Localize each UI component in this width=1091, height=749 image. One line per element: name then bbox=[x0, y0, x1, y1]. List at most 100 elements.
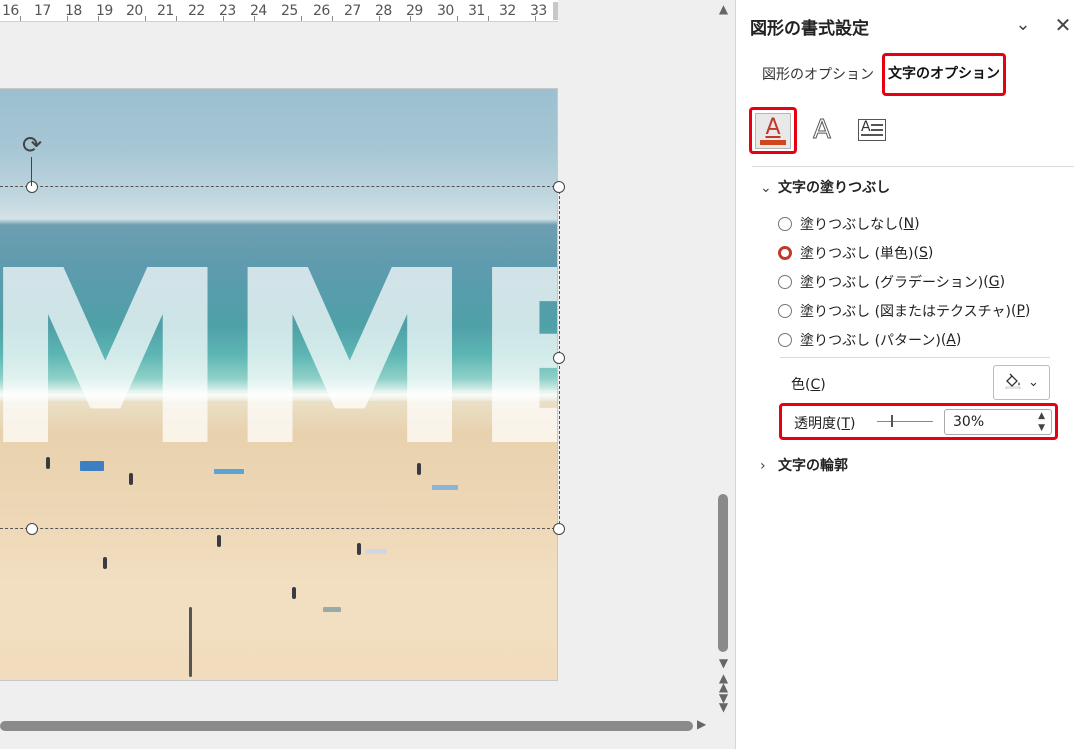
text-fill-icon-letter: A bbox=[765, 114, 781, 140]
slide-canvas[interactable]: MMER bbox=[0, 88, 558, 681]
radio-label: 塗りつぶしなし bbox=[800, 217, 899, 233]
radio-label: 塗りつぶし (グラデーション) bbox=[800, 275, 984, 291]
transparency-label-text: 透明度 bbox=[794, 416, 836, 432]
section-text-fill[interactable]: ⌄ 文字の塗りつぶし bbox=[760, 177, 890, 197]
rotate-handle-icon[interactable]: ⟳ bbox=[19, 132, 45, 158]
close-icon[interactable]: ✕ bbox=[1050, 12, 1076, 38]
ruler-label: 31 bbox=[468, 3, 485, 19]
ruler-label: 27 bbox=[344, 3, 361, 19]
resize-handle-bottom-left[interactable] bbox=[26, 523, 38, 535]
chevron-down-icon: ⌄ bbox=[1028, 375, 1039, 390]
divider bbox=[752, 166, 1074, 167]
ruler-label: 26 bbox=[313, 3, 330, 19]
radio-button[interactable] bbox=[778, 304, 792, 318]
beach-person bbox=[357, 543, 361, 555]
text-effects-button[interactable]: A bbox=[800, 108, 844, 152]
resize-handle-right[interactable] bbox=[553, 352, 565, 364]
format-shape-pane: 図形の書式設定 ⌄ ✕ 図形のオプション 文字のオプション A A A ⌄ 文字の… bbox=[735, 0, 1091, 749]
radio-label: 塗りつぶし (パターン) bbox=[800, 333, 941, 349]
ruler-label: 24 bbox=[250, 3, 267, 19]
access-key: G bbox=[988, 274, 1000, 290]
section-title: 文字の塗りつぶし bbox=[778, 180, 891, 196]
radio-gradient-fill[interactable]: 塗りつぶし (グラデーション)(G) bbox=[778, 272, 1005, 292]
fill-color-bar bbox=[760, 139, 786, 145]
color-label: 色(C) bbox=[791, 377, 826, 393]
slide-editor: 16 17 18 19 20 21 22 23 24 25 26 27 28 2… bbox=[0, 0, 735, 749]
resize-handle-bottom-right[interactable] bbox=[553, 523, 565, 535]
beach-person bbox=[292, 587, 296, 599]
ruler-label: 30 bbox=[437, 3, 454, 19]
tab-text-options[interactable]: 文字のオプション bbox=[882, 53, 1006, 96]
app-window: 16 17 18 19 20 21 22 23 24 25 26 27 28 2… bbox=[0, 0, 1091, 749]
scroll-up-arrow-icon[interactable]: ▲ bbox=[712, 2, 735, 16]
radio-picture-fill[interactable]: 塗りつぶし (図またはテクスチャ)(P) bbox=[778, 301, 1030, 321]
vertical-scroll-thumb[interactable] bbox=[718, 494, 728, 652]
radio-button[interactable] bbox=[778, 275, 792, 289]
chevron-down-icon[interactable]: ⌄ bbox=[1010, 12, 1036, 38]
horizontal-scroll-thumb[interactable] bbox=[0, 721, 693, 731]
ruler-label: 28 bbox=[375, 3, 392, 19]
ruler-label: 20 bbox=[126, 3, 143, 19]
resize-handle-top-left[interactable] bbox=[26, 181, 38, 193]
ruler-label: 22 bbox=[188, 3, 205, 19]
scroll-right-arrow-icon[interactable]: ▶ bbox=[697, 717, 706, 731]
pane-title: 図形の書式設定 bbox=[750, 19, 869, 39]
beach-towel bbox=[323, 607, 341, 612]
beach-person bbox=[217, 535, 221, 547]
slide-wordart-text[interactable]: MMER bbox=[0, 239, 557, 479]
radio-pattern-fill[interactable]: 塗りつぶし (パターン)(A) bbox=[778, 330, 961, 350]
next-slide-icon[interactable]: ▼ ▼ bbox=[712, 692, 735, 713]
radio-button[interactable] bbox=[778, 333, 792, 347]
section-title: 文字の輪郭 bbox=[778, 458, 848, 474]
scroll-down-arrow-icon[interactable]: ▼ bbox=[712, 656, 735, 670]
ruler-label: 25 bbox=[281, 3, 298, 19]
textbox-icon-letter: A bbox=[861, 119, 871, 135]
section-text-outline[interactable]: › 文字の輪郭 bbox=[760, 455, 848, 475]
horizontal-ruler: 16 17 18 19 20 21 22 23 24 25 26 27 28 2… bbox=[0, 0, 558, 22]
slider-thumb[interactable] bbox=[891, 415, 893, 427]
textbox-button[interactable]: A bbox=[850, 108, 894, 152]
color-picker-button[interactable]: ⌄ bbox=[993, 365, 1050, 400]
ruler-label: 23 bbox=[219, 3, 236, 19]
ruler-label: 32 bbox=[499, 3, 516, 19]
ruler-label: 33 bbox=[530, 3, 547, 19]
radio-button-selected[interactable] bbox=[778, 246, 792, 260]
access-key: T bbox=[841, 416, 851, 432]
tab-shape-options[interactable]: 図形のオプション bbox=[762, 64, 874, 84]
ruler-margin-marker[interactable] bbox=[553, 2, 558, 20]
spinner-arrows-icon[interactable]: ▲ ▼ bbox=[1038, 410, 1045, 434]
ruler-label: 16 bbox=[2, 3, 19, 19]
transparency-slider[interactable] bbox=[877, 415, 933, 427]
text-fill-outline-button[interactable]: A bbox=[749, 107, 797, 154]
transparency-value[interactable]: 30% bbox=[953, 414, 984, 430]
color-label-text: 色 bbox=[791, 377, 805, 393]
chevron-down-icon: ⌄ bbox=[760, 180, 772, 196]
chevron-right-icon: › bbox=[760, 458, 766, 474]
beach-towel bbox=[365, 549, 387, 554]
radio-label: 塗りつぶし (図またはテクスチャ) bbox=[800, 304, 1011, 320]
transparency-spinner[interactable]: 30% ▲ ▼ bbox=[944, 409, 1052, 435]
radio-solid-fill[interactable]: 塗りつぶし (単色)(S) bbox=[778, 243, 933, 263]
rotate-stem bbox=[31, 157, 32, 186]
ruler-label: 29 bbox=[406, 3, 423, 19]
ruler-label: 17 bbox=[34, 3, 51, 19]
textbox-icon: A bbox=[858, 119, 886, 141]
access-key: C bbox=[810, 377, 821, 393]
radio-no-fill[interactable]: 塗りつぶしなし(N) bbox=[778, 214, 920, 234]
lamp-post bbox=[189, 607, 192, 677]
divider bbox=[780, 357, 1050, 358]
horizontal-scrollbar[interactable]: ▶ bbox=[0, 716, 712, 736]
resize-handle-top-right[interactable] bbox=[553, 181, 565, 193]
transparency-row: 透明度(T) 30% ▲ ▼ bbox=[779, 403, 1058, 440]
access-key: P bbox=[1016, 303, 1025, 319]
radio-label: 塗りつぶし (単色) bbox=[800, 246, 914, 262]
ruler-label: 21 bbox=[157, 3, 174, 19]
text-fill-icon: A bbox=[755, 112, 791, 149]
previous-slide-icon[interactable]: ▲ ▲ bbox=[712, 672, 735, 693]
text-effects-icon: A bbox=[813, 115, 832, 146]
beach-person bbox=[103, 557, 107, 569]
radio-button[interactable] bbox=[778, 217, 792, 231]
vertical-scrollbar[interactable]: ▲ ▼ ▲ ▲ ▼ ▼ bbox=[712, 0, 735, 749]
transparency-label: 透明度(T) bbox=[794, 416, 856, 432]
access-key: A bbox=[946, 332, 956, 348]
